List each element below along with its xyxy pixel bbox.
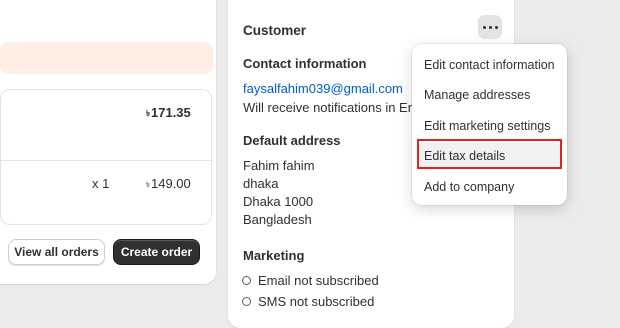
address-line: dhaka xyxy=(243,176,279,191)
divider xyxy=(1,160,211,161)
default-address-heading: Default address xyxy=(243,133,341,148)
menu-item-add-to-company[interactable]: Add to company xyxy=(418,174,561,200)
notification-preference-text: Will receive notifications in Eng xyxy=(243,100,423,115)
address-line: Fahim fahim xyxy=(243,158,315,173)
menu-item-manage-addresses[interactable]: Manage addresses xyxy=(418,82,561,108)
currency-symbol: ৳ xyxy=(146,109,150,118)
contact-information-heading: Contact information xyxy=(243,56,367,71)
currency-symbol: ৳ xyxy=(146,180,150,189)
item-quantity: x 1 xyxy=(92,176,110,191)
more-actions-button[interactable] xyxy=(478,15,502,39)
address-line: Dhaka 1000 xyxy=(243,194,314,209)
view-all-orders-button[interactable]: View all orders xyxy=(8,239,105,265)
customer-email-link[interactable]: faysalfahim039@gmail.com xyxy=(243,81,403,96)
customer-actions-menu: Edit contact information Manage addresse… xyxy=(412,44,567,205)
create-order-button[interactable]: Create order xyxy=(113,239,200,265)
email-marketing-status: Email not subscribed xyxy=(258,273,379,288)
menu-item-edit-contact-information[interactable]: Edit contact information xyxy=(418,52,561,78)
item-price: ৳149.00 xyxy=(146,176,191,192)
empty-circle-icon xyxy=(242,276,251,285)
order-total-amount: ৳171.35 xyxy=(146,105,191,121)
menu-item-edit-marketing-settings[interactable]: Edit marketing settings xyxy=(418,113,561,139)
marketing-heading: Marketing xyxy=(243,248,305,263)
amount-value: 149.00 xyxy=(151,176,191,191)
address-line: Bangladesh xyxy=(243,212,312,227)
sms-marketing-status: SMS not subscribed xyxy=(258,294,375,309)
horizontal-ellipsis-icon xyxy=(482,25,486,29)
ellipsis-dot xyxy=(488,25,492,29)
annotation-highlight-box xyxy=(417,139,562,169)
ellipsis-dot xyxy=(494,25,498,29)
warning-banner xyxy=(0,42,213,74)
empty-circle-icon xyxy=(242,297,251,306)
customer-card-title: Customer xyxy=(243,23,307,38)
amount-value: 171.35 xyxy=(151,105,191,120)
